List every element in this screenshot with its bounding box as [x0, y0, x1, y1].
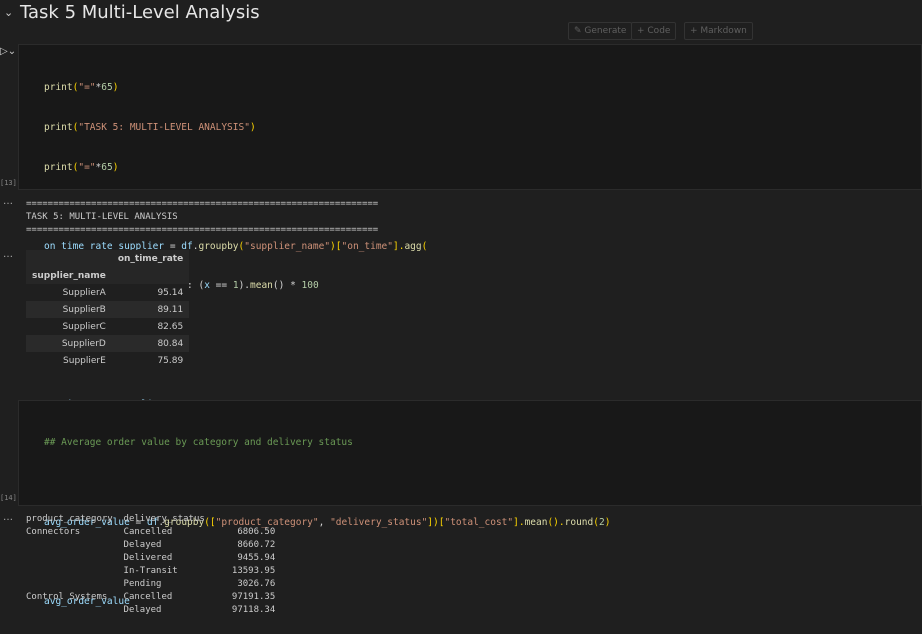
output-menu-icon[interactable]: … — [3, 196, 13, 207]
section-title: Task 5 Multi-Level Analysis — [20, 2, 260, 23]
code-cell-14[interactable]: ## Average order value by category and d… — [18, 400, 922, 607]
table-row: SupplierD 80.84 — [26, 335, 190, 352]
column-header: on_time_rate — [117, 253, 184, 264]
series-output: product_category delivery_status Connect… — [26, 514, 276, 615]
table-row: SupplierA 95.14 — [26, 284, 190, 301]
chevron-down-icon[interactable]: ⌄ — [4, 6, 13, 19]
add-code-button[interactable]: + Code — [631, 22, 677, 40]
add-markdown-button[interactable]: + Markdown — [684, 22, 753, 40]
table-row: SupplierC 82.65 — [26, 318, 190, 335]
generate-button[interactable]: ✎ Generate — [568, 22, 633, 40]
code-editor[interactable]: print("="*65) print("TASK 5: MULTI-LEVEL… — [44, 55, 427, 438]
print-output: ========================================… — [26, 199, 379, 235]
dataframe-output: on_time_rate supplier_name SupplierA 95.1… — [26, 250, 190, 369]
section-header: ⌄ Task 5 Multi-Level Analysis — [0, 0, 922, 28]
index-name: supplier_name — [32, 270, 106, 281]
code-cell-13[interactable]: print("="*65) print("TASK 5: MULTI-LEVEL… — [18, 44, 922, 410]
execution-count-13: [13] — [0, 179, 17, 187]
execution-count-14: [14] — [0, 494, 17, 502]
output-menu-icon[interactable]: … — [3, 249, 13, 260]
output-menu-icon[interactable]: … — [3, 512, 13, 523]
table-row: SupplierB 89.11 — [26, 301, 190, 318]
table-row: SupplierE 75.89 — [26, 352, 190, 369]
run-icon[interactable]: ▷⌄ — [0, 46, 16, 57]
